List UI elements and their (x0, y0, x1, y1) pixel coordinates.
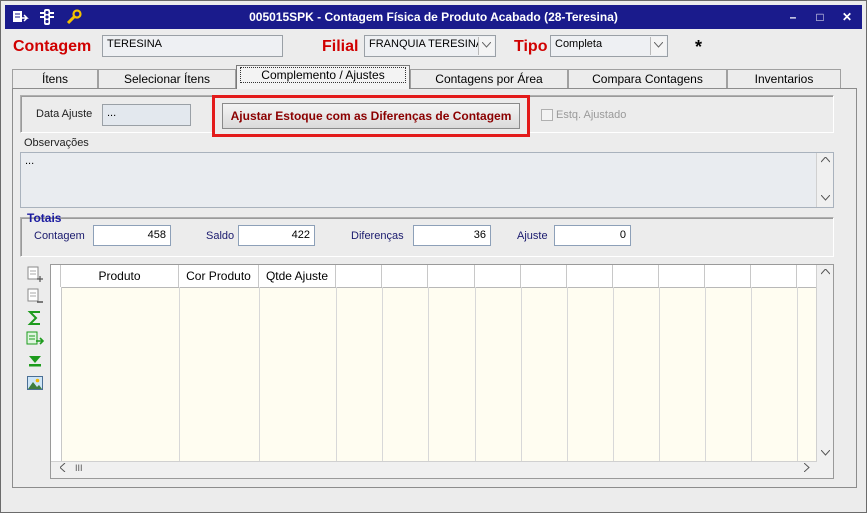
column-header-empty[interactable] (705, 265, 751, 287)
total-diferencas-label: Diferenças (351, 230, 404, 242)
contagem-label: Contagem (13, 38, 92, 55)
sum-icon[interactable] (26, 309, 44, 327)
data-ajuste-field[interactable]: ... (102, 104, 191, 126)
scroll-thumb-grip[interactable]: III (75, 463, 83, 473)
scroll-down-icon[interactable] (817, 191, 833, 207)
estq-ajustado-checkbox[interactable] (541, 109, 553, 121)
filial-value: FRANQUIA TERESINA (369, 38, 484, 50)
column-divider (797, 287, 798, 462)
filial-label: Filial (322, 38, 359, 55)
grid-horizontal-scrollbar[interactable]: III (51, 461, 817, 478)
image-icon[interactable] (26, 374, 44, 392)
column-divider (751, 287, 752, 462)
chevron-down-icon[interactable] (650, 37, 666, 55)
observacoes-label: Observações (24, 137, 89, 149)
total-saldo-label: Saldo (206, 230, 235, 242)
total-contagem-field[interactable]: 458 (93, 225, 171, 246)
close-button[interactable]: ✕ (838, 10, 856, 24)
column-divider (521, 287, 522, 462)
totais-title: Totais (27, 211, 62, 225)
main-window: 005015SPK - Contagem Física de Produto A… (0, 0, 867, 513)
maximize-button[interactable]: □ (811, 10, 829, 24)
tab-complemento-label: Complemento / Ajustes (240, 67, 406, 83)
column-header-empty[interactable] (336, 265, 382, 287)
column-divider (475, 287, 476, 462)
column-divider (567, 287, 568, 462)
tab-complemento-ajustes[interactable]: Complemento / Ajustes (236, 65, 410, 89)
column-divider (259, 287, 260, 462)
column-header-empty[interactable] (382, 265, 428, 287)
filial-select[interactable]: FRANQUIA TERESINA (364, 35, 496, 57)
total-contagem-label: Contagem (34, 230, 85, 242)
grid-header: Produto Cor Produto Qtde Ajuste (51, 265, 819, 288)
column-divider (613, 287, 614, 462)
scroll-up-icon[interactable] (817, 265, 833, 281)
row-indicator-column (51, 287, 62, 462)
grid-vertical-scrollbar[interactable] (816, 265, 833, 462)
column-header-empty[interactable] (613, 265, 659, 287)
export-green-icon[interactable] (26, 330, 45, 348)
ajustar-estoque-highlight: Ajustar Estoque com as Diferenças de Con… (212, 95, 530, 137)
contagem-field[interactable]: TERESINA (102, 35, 283, 57)
column-divider (705, 287, 706, 462)
observacoes-scrollbar[interactable] (816, 153, 833, 207)
scroll-left-icon[interactable] (55, 462, 71, 478)
column-header-empty[interactable] (567, 265, 613, 287)
total-diferencas-field[interactable]: 36 (413, 225, 491, 246)
tab-inventarios[interactable]: Inventarios (727, 69, 841, 88)
total-saldo-field[interactable]: 422 (238, 225, 315, 246)
add-row-icon[interactable] (26, 265, 44, 283)
column-header-cor-produto[interactable]: Cor Produto (179, 265, 259, 287)
tab-itens[interactable]: Ítens (12, 69, 98, 88)
column-header-empty[interactable] (428, 265, 475, 287)
scrollbar-corner (817, 462, 833, 478)
column-header-empty[interactable] (659, 265, 705, 287)
ajustar-estoque-button[interactable]: Ajustar Estoque com as Diferenças de Con… (222, 103, 520, 129)
column-divider (336, 287, 337, 462)
tab-compara-contagens[interactable]: Compara Contagens (568, 69, 727, 88)
scroll-right-icon[interactable] (799, 462, 815, 478)
scroll-down-icon[interactable] (817, 446, 833, 462)
column-divider (179, 287, 180, 462)
minimize-button[interactable]: – (784, 10, 802, 24)
column-header-qtde-ajuste[interactable]: Qtde Ajuste (259, 265, 336, 287)
tab-contagens-por-area[interactable]: Contagens por Área (410, 69, 568, 88)
modified-indicator: * (695, 37, 703, 57)
remove-row-icon[interactable] (26, 287, 44, 305)
column-header-empty[interactable] (475, 265, 521, 287)
estq-ajustado-label: Estq. Ajustado (556, 109, 627, 121)
column-header-empty[interactable] (521, 265, 567, 287)
column-divider (428, 287, 429, 462)
tipo-label: Tipo (514, 38, 548, 55)
move-last-icon[interactable] (26, 352, 44, 370)
observacoes-value: ... (25, 155, 35, 167)
column-divider (382, 287, 383, 462)
window-title: 005015SPK - Contagem Física de Produto A… (249, 10, 618, 24)
total-ajuste-field[interactable]: 0 (554, 225, 631, 246)
title-bar: 005015SPK - Contagem Física de Produto A… (5, 5, 862, 29)
column-header-produto[interactable]: Produto (61, 265, 179, 287)
scroll-up-icon[interactable] (817, 153, 833, 169)
observacoes-textarea[interactable]: ... (20, 152, 834, 208)
column-divider (659, 287, 660, 462)
data-ajuste-label: Data Ajuste (36, 108, 93, 120)
column-header-empty[interactable] (751, 265, 797, 287)
total-ajuste-label: Ajuste (517, 230, 548, 242)
row-indicator-header (51, 265, 61, 287)
tipo-select[interactable]: Completa (550, 35, 668, 57)
chevron-down-icon[interactable] (478, 37, 494, 55)
ajustes-grid[interactable]: Produto Cor Produto Qtde Ajuste III (50, 264, 834, 479)
tab-selecionar-itens[interactable]: Selecionar Ítens (98, 69, 236, 88)
tipo-value: Completa (555, 38, 603, 50)
